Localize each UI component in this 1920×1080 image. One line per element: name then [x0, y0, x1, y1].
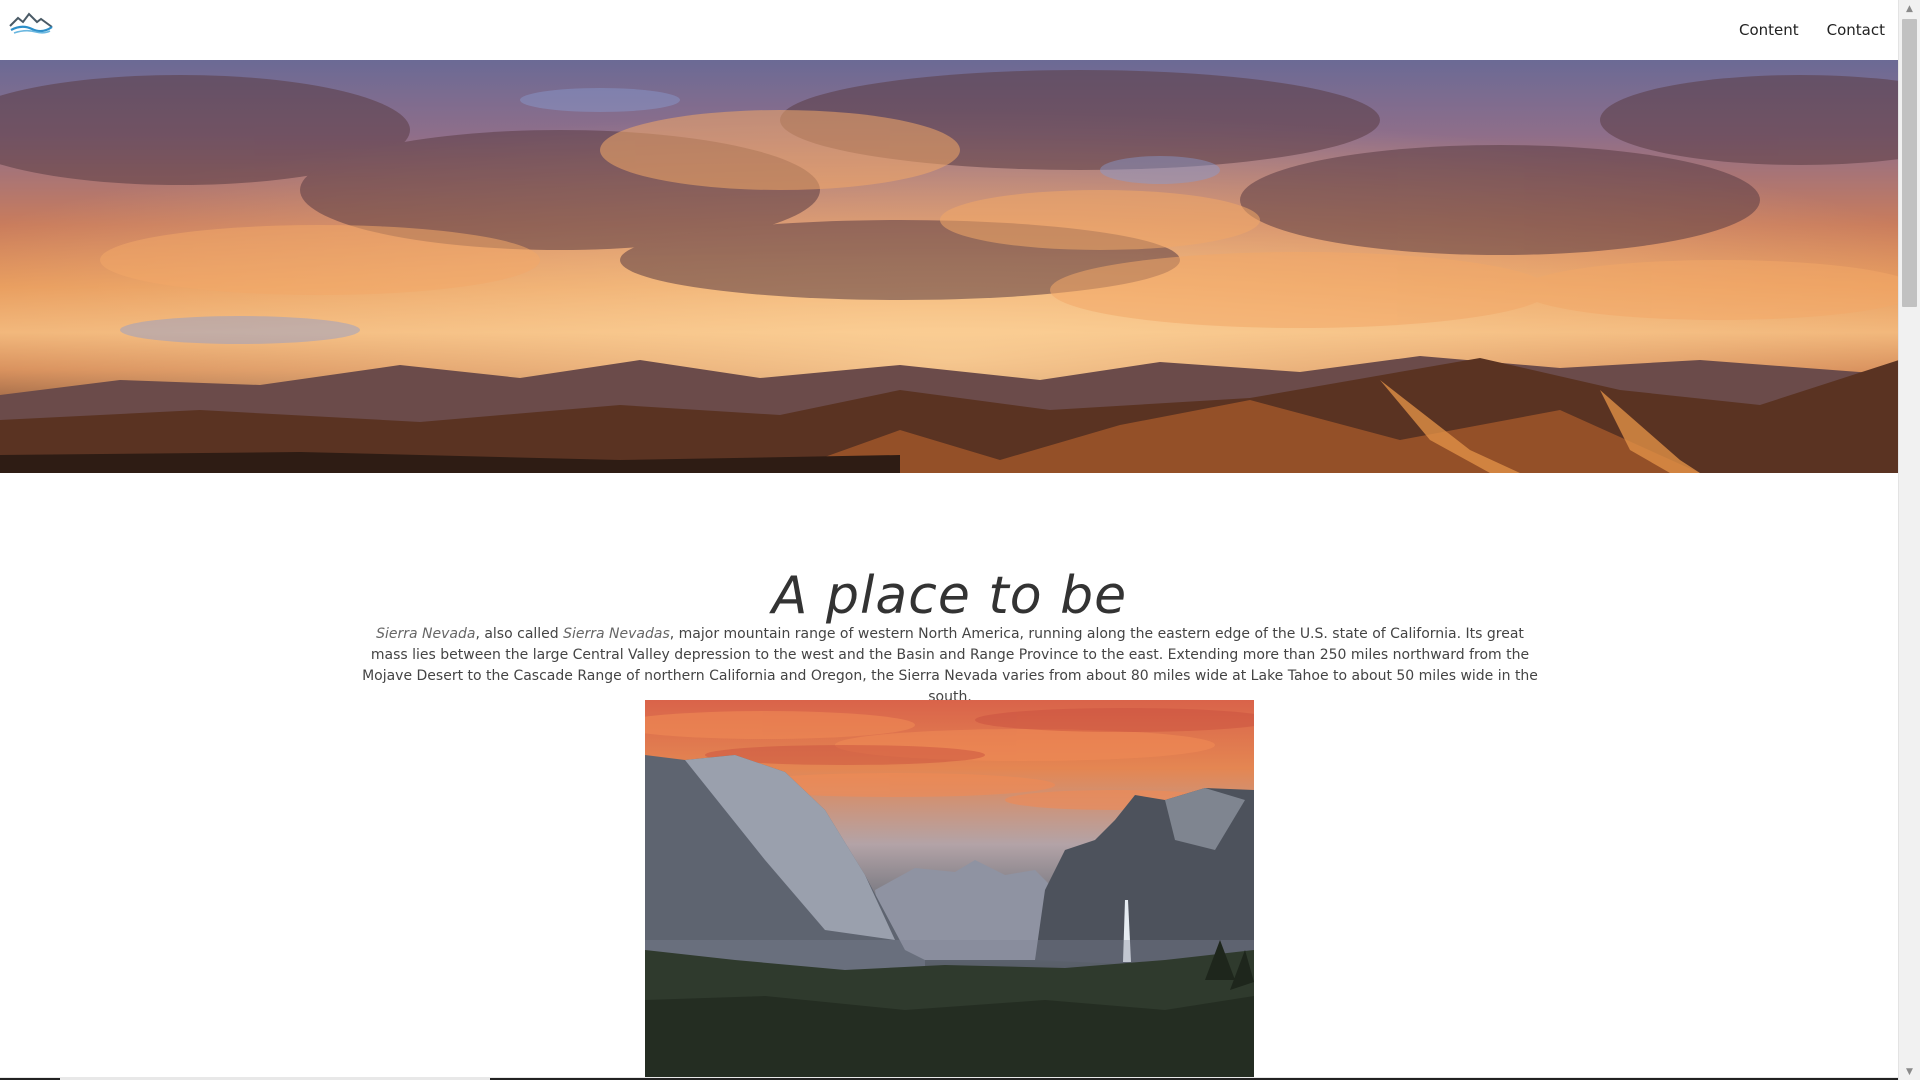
intro-paragraph: Sierra Nevada, also called Sierra Nevada…	[360, 624, 1540, 708]
nav-contact-link[interactable]: Contact	[1827, 21, 1885, 39]
scroll-up-icon[interactable]: ▲	[1899, 0, 1920, 17]
page-headline: A place to be	[771, 565, 1128, 626]
scroll-thumb[interactable]	[1902, 19, 1917, 307]
main-nav: Content Contact	[1739, 0, 1885, 60]
term-sierra-nevadas: Sierra Nevadas	[563, 626, 670, 642]
term-sierra-nevada: Sierra Nevada	[376, 626, 476, 642]
site-header: Content Contact	[0, 0, 1899, 61]
nav-content-link[interactable]: Content	[1739, 21, 1799, 39]
yosemite-photo	[645, 700, 1254, 1080]
scroll-down-icon[interactable]: ▼	[1899, 1063, 1920, 1080]
vertical-scrollbar[interactable]: ▲ ▼	[1898, 0, 1920, 1080]
mountain-logo-icon[interactable]	[8, 10, 54, 36]
hero-banner-image	[0, 60, 1899, 473]
intro-text-mid: , also called	[475, 626, 564, 642]
